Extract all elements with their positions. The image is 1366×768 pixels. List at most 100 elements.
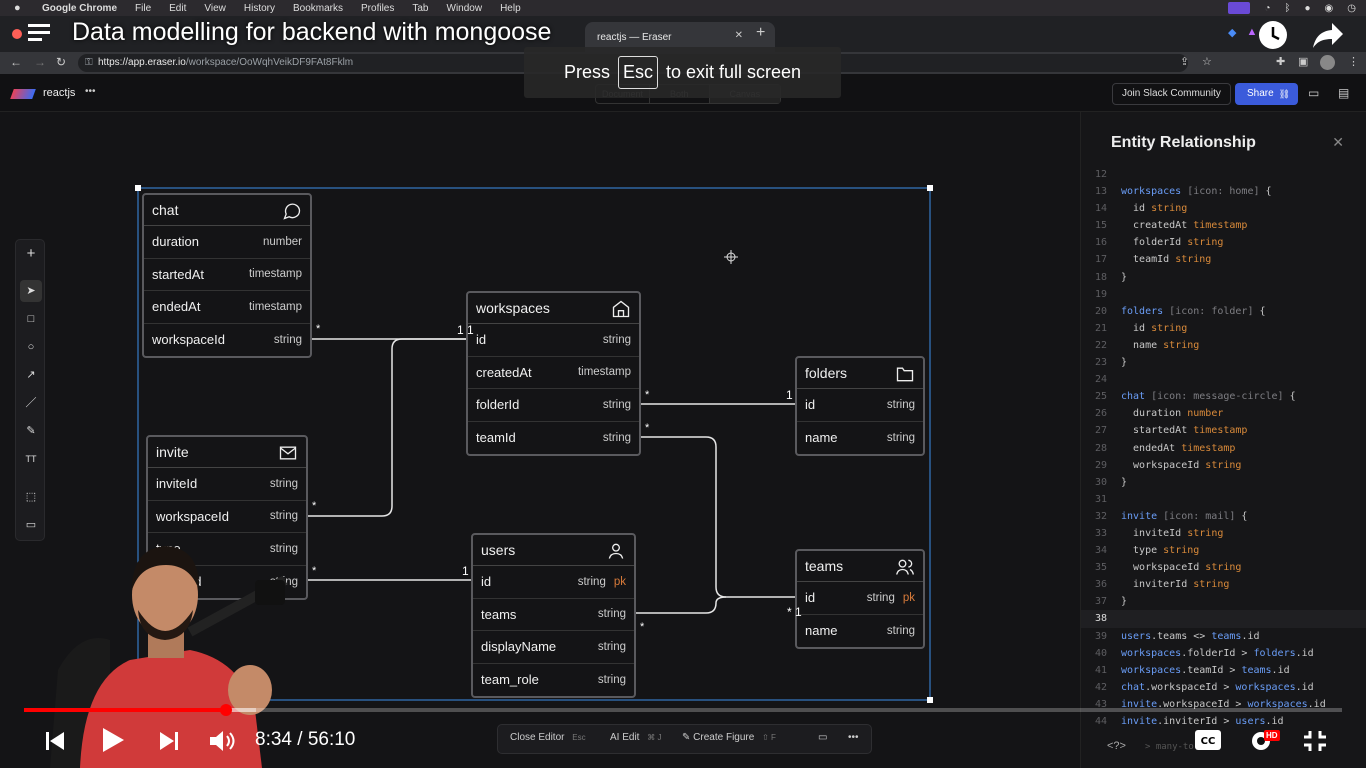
code-line[interactable]: 36 inviterId string xyxy=(1081,576,1366,593)
code-line[interactable]: 38 xyxy=(1081,610,1366,628)
code-editor[interactable]: 12 13 workspaces [icon: home] {14 id strin… xyxy=(1081,166,1366,730)
code-token: .id xyxy=(1271,664,1290,676)
entity-header: invite xyxy=(148,437,306,468)
create-figure-button[interactable]: ✎ Create Figure ⇧ F xyxy=(682,732,776,743)
code-line[interactable]: 26 duration number xyxy=(1081,405,1366,422)
entity-teams[interactable]: teams id string pk name string xyxy=(795,549,925,649)
code-line[interactable]: 39 users .teams <> teams .id xyxy=(1081,628,1366,645)
field-name: name xyxy=(805,623,838,639)
code-line[interactable]: 33 inviteId string xyxy=(1081,525,1366,542)
join-slack-button[interactable]: Join Slack Community xyxy=(1112,83,1231,105)
code-line[interactable]: 16 folderId string xyxy=(1081,234,1366,251)
code-token: } xyxy=(1121,271,1128,283)
field-row: duration number xyxy=(144,226,310,259)
code-line[interactable]: 23} xyxy=(1081,354,1366,371)
code-line[interactable]: 34 type string xyxy=(1081,542,1366,559)
entity-chat[interactable]: chat duration number startedAt timestamp e… xyxy=(142,193,312,358)
entity-workspaces[interactable]: workspaces id string createdAt timestamp f… xyxy=(466,291,641,456)
toast-text: Press xyxy=(563,62,610,82)
code-line[interactable]: 13 workspaces [icon: home] { xyxy=(1081,183,1366,200)
code-line[interactable]: 21 id string xyxy=(1081,320,1366,337)
entity-folders[interactable]: folders id string name string xyxy=(795,356,925,456)
bookmark-star-icon[interactable]: ☆ xyxy=(1202,55,1212,68)
code-line[interactable]: 20 folders [icon: folder] { xyxy=(1081,303,1366,320)
video-title[interactable]: Data modelling for backend with mongoose xyxy=(72,18,551,47)
field-row: teams string xyxy=(473,599,634,631)
next-icon[interactable] xyxy=(158,730,180,752)
side-panel-icon[interactable]: ▣ xyxy=(1298,55,1308,68)
extensions-icon[interactable]: ✚ xyxy=(1276,55,1285,68)
chrome-menu-icon[interactable]: ⋮ xyxy=(1348,55,1359,68)
profile-avatar[interactable] xyxy=(1320,55,1335,70)
code-line[interactable]: 31 xyxy=(1081,491,1366,508)
captions-icon[interactable]: CC xyxy=(1194,729,1222,751)
close-editor-button[interactable]: Close Editor Esc xyxy=(510,732,586,743)
code-line[interactable]: 28 endedAt timestamp xyxy=(1081,440,1366,457)
mail-status-icon[interactable]: ● xyxy=(1304,3,1310,14)
code-line[interactable]: 37} xyxy=(1081,593,1366,610)
code-line[interactable]: 17 teamId string xyxy=(1081,251,1366,268)
code-line[interactable]: 12 xyxy=(1081,166,1366,183)
code-line[interactable]: 27 startedAt timestamp xyxy=(1081,422,1366,439)
code-line[interactable]: 19 xyxy=(1081,286,1366,303)
code-line[interactable]: 44 invite .inviterId > users .id xyxy=(1081,713,1366,730)
field-row: id string xyxy=(468,324,639,357)
create-figure-label: Create Figure xyxy=(693,732,755,743)
extension-icon[interactable]: ◆ xyxy=(1228,26,1236,39)
fullscreen-toast: Press Esc to exit full screen xyxy=(524,47,841,98)
video-progress-bar[interactable] xyxy=(24,704,1342,716)
code-line[interactable]: 22 name string xyxy=(1081,337,1366,354)
code-token: folders xyxy=(1253,647,1296,659)
code-line[interactable]: 15 createdAt timestamp xyxy=(1081,217,1366,234)
more-icon[interactable]: ••• xyxy=(848,732,859,743)
field-name: createdAt xyxy=(476,364,532,380)
code-line[interactable]: 14 id string xyxy=(1081,200,1366,217)
field-row: id string pk xyxy=(797,582,923,615)
line-number: 41 xyxy=(1094,664,1107,676)
comment-icon[interactable]: ▭ xyxy=(818,732,827,743)
code-line[interactable]: 32 invite [icon: mail] { xyxy=(1081,508,1366,525)
field-row: createdAt timestamp xyxy=(468,357,639,389)
camera-icon[interactable]: ◉ xyxy=(1325,3,1334,14)
code-line[interactable]: 41 workspaces .teamId > teams .id xyxy=(1081,662,1366,679)
watch-later-icon[interactable] xyxy=(1258,20,1288,50)
code-line[interactable]: 18} xyxy=(1081,269,1366,286)
bluetooth-icon[interactable]: ᛒ xyxy=(1284,3,1290,14)
share-button[interactable]: Share ⛓ xyxy=(1235,83,1298,105)
status-icon[interactable] xyxy=(1228,2,1251,14)
exit-fullscreen-icon[interactable] xyxy=(1302,729,1328,753)
share-page-icon[interactable]: ⇪ xyxy=(1180,55,1189,68)
code-line[interactable]: 42 chat .workspaceId > workspaces .id xyxy=(1081,679,1366,696)
code-toggle-icon[interactable]: <?> xyxy=(1107,740,1126,752)
code-token: id xyxy=(1121,322,1152,334)
line-number: 24 xyxy=(1094,374,1107,386)
comments-icon[interactable]: ▭ xyxy=(1308,86,1319,100)
ai-edit-button[interactable]: AI Edit ⌘ J xyxy=(610,732,661,743)
video-time: 8:34 / 56:10 xyxy=(255,729,356,750)
home-icon xyxy=(612,300,630,318)
volume-icon[interactable] xyxy=(208,728,236,754)
code-line[interactable]: 29 workspaceId string xyxy=(1081,457,1366,474)
clock-icon[interactable]: ◷ xyxy=(1347,3,1356,14)
entity-users[interactable]: users id string pk teams string displayName… xyxy=(471,533,636,698)
cardinality-label: * xyxy=(312,500,317,512)
extension-icon[interactable]: ▲ xyxy=(1246,26,1257,39)
close-icon[interactable]: ✕ xyxy=(1332,134,1344,151)
entity-header: chat xyxy=(144,195,310,226)
field-row: id string pk xyxy=(473,566,634,599)
yt-menu-icon[interactable] xyxy=(28,24,50,41)
share-video-icon[interactable] xyxy=(1312,20,1344,50)
svg-text:CC: CC xyxy=(1201,736,1216,747)
previous-icon[interactable] xyxy=(44,730,66,752)
code-token: timestamp xyxy=(1193,425,1248,437)
progress-scrubber[interactable] xyxy=(220,704,232,716)
code-line[interactable]: 25 chat [icon: message-circle] { xyxy=(1081,388,1366,405)
code-token: } xyxy=(1121,357,1128,369)
code-line[interactable]: 24 xyxy=(1081,371,1366,388)
code-line[interactable]: 35 workspaceId string xyxy=(1081,559,1366,576)
wifi-icon[interactable]: ◔ xyxy=(1264,3,1270,14)
code-line[interactable]: 30} xyxy=(1081,474,1366,491)
play-icon[interactable] xyxy=(100,726,126,754)
code-line[interactable]: 40 workspaces .folderId > folders .id xyxy=(1081,645,1366,662)
layout-toggle-icon[interactable]: ▤ xyxy=(1338,86,1349,100)
